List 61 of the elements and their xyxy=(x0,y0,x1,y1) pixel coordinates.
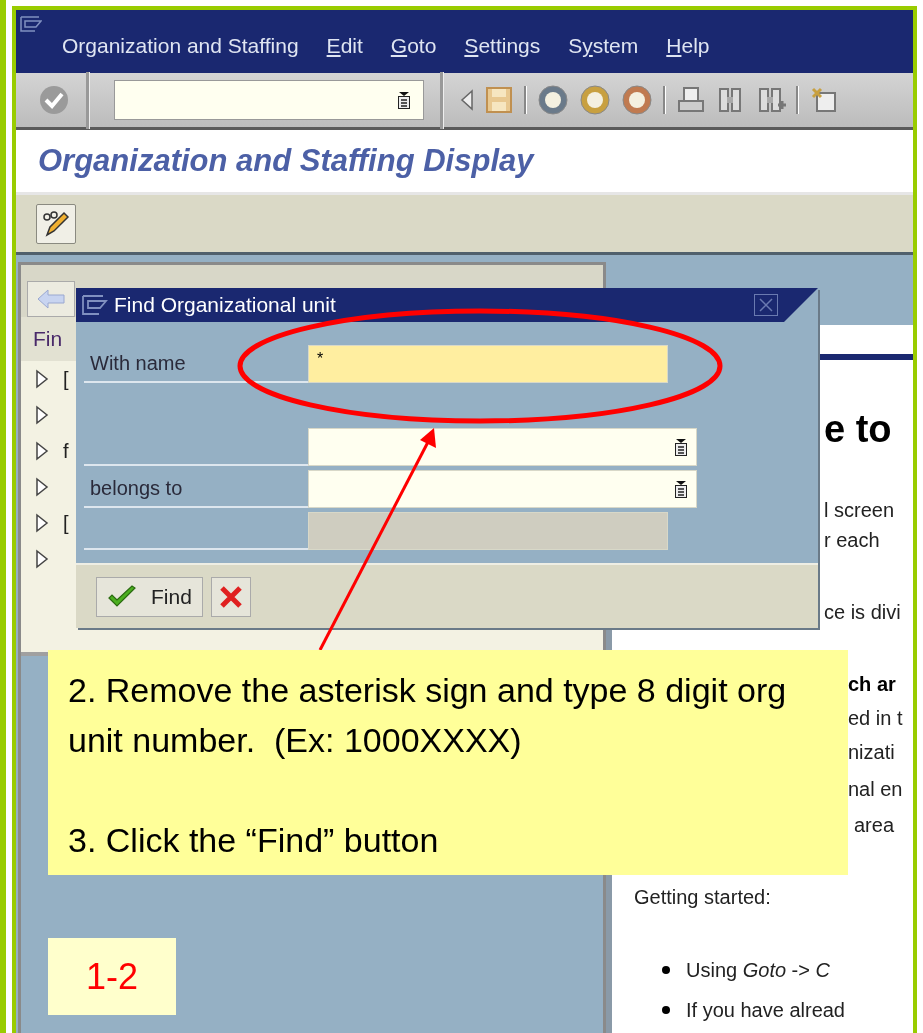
help-text: ce is divi xyxy=(824,600,901,624)
cancel-button[interactable] xyxy=(210,576,251,617)
triangle-left-icon[interactable] xyxy=(460,89,474,111)
section-heading: ch ar xyxy=(848,672,896,696)
expand-icon[interactable] xyxy=(35,513,49,533)
menu-item[interactable]: Settings xyxy=(464,34,541,58)
dropdown-icon[interactable] xyxy=(674,438,688,456)
page-number: 1-2 xyxy=(86,955,138,998)
save-icon[interactable] xyxy=(484,85,514,115)
menu-item[interactable]: Help xyxy=(666,34,710,58)
field-label: belongs to xyxy=(90,476,183,500)
expand-icon[interactable] xyxy=(35,369,49,389)
help-text: r each xyxy=(824,528,880,552)
menu-item[interactable]: Edit xyxy=(326,34,363,58)
close-icon xyxy=(759,298,773,312)
bullet-dot xyxy=(662,966,670,974)
tree-item[interactable]: f xyxy=(63,439,69,463)
enter-icon[interactable] xyxy=(38,84,70,116)
help-text: Using Goto -> C xyxy=(686,958,830,982)
command-field[interactable] xyxy=(114,80,424,120)
help-text: ed in t xyxy=(848,706,903,730)
bullet-dot xyxy=(662,1006,670,1014)
display-change-button[interactable] xyxy=(36,203,76,244)
new-session-icon[interactable] xyxy=(809,85,839,115)
list-header: Fin xyxy=(33,327,63,351)
screen-title: Organization and Staffing Display xyxy=(38,143,534,179)
checkmark-icon xyxy=(107,584,137,609)
field-label: With name xyxy=(90,351,186,375)
glasses-pencil-icon xyxy=(41,208,71,239)
input-field[interactable] xyxy=(308,428,697,466)
input-field[interactable] xyxy=(308,470,697,508)
window-menu-icon[interactable] xyxy=(20,16,42,32)
menu-item[interactable]: Goto xyxy=(390,34,437,58)
dropdown-icon[interactable] xyxy=(397,91,411,109)
expand-icon[interactable] xyxy=(35,441,49,461)
help-text: nizati xyxy=(848,740,895,764)
menu-item[interactable]: Organization and Staffing xyxy=(62,34,299,58)
expand-icon[interactable] xyxy=(35,405,49,425)
welcome-heading: e to xyxy=(824,407,892,451)
tree-item[interactable]: [ xyxy=(63,511,69,535)
dropdown-icon[interactable] xyxy=(674,480,688,498)
close-icon xyxy=(218,584,243,609)
expand-icon[interactable] xyxy=(35,549,49,569)
help-text: If you have alread xyxy=(686,998,845,1022)
arrow-left-icon xyxy=(36,288,66,310)
print-icon[interactable] xyxy=(676,85,706,115)
help-text: nal en xyxy=(848,777,903,801)
instruction-text: 3. Click the “Find” button xyxy=(68,820,440,861)
binoculars-plus-icon[interactable] xyxy=(756,85,786,115)
help-text: area xyxy=(854,813,895,837)
dialog-title: Find Organizational unit xyxy=(114,293,336,317)
expand-icon[interactable] xyxy=(35,477,49,497)
help-text: Getting started: xyxy=(634,885,771,909)
input-field[interactable]: * xyxy=(308,345,668,383)
help-text: l screen xyxy=(824,498,895,522)
menu-item[interactable]: System xyxy=(568,34,639,58)
close-button[interactable] xyxy=(754,294,778,316)
window-menu-icon[interactable] xyxy=(82,295,108,315)
tree-item[interactable]: [ xyxy=(63,367,69,391)
find-button[interactable]: Find xyxy=(96,576,203,617)
instruction-text: 2. Remove the asterisk sign and type 8 digit org unit number. (Ex: 1000XXXX) xyxy=(68,670,788,761)
